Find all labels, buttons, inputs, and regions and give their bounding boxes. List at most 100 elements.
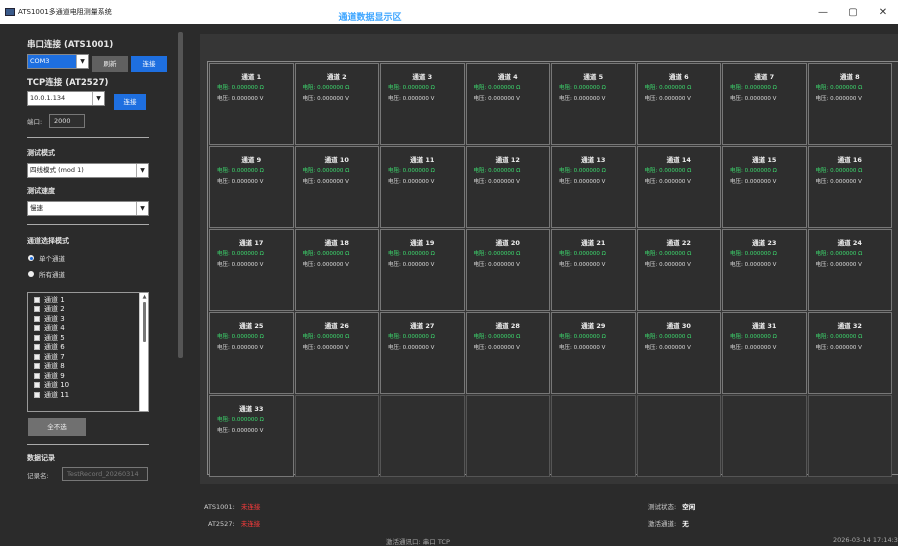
channel-cell: 通道 30 电阻: 0.000000 Ω 电压: 0.000000 V [636,312,721,394]
channel-cell: 通道 9 电阻: 0.000000 Ω 电压: 0.000000 V [209,146,294,228]
list-item[interactable]: 通道 11 [28,390,148,400]
chevron-down-icon: ▼ [76,55,88,68]
channel-grid: 通道 1 电阻: 0.000000 Ω 电压: 0.000000 V 通道 2 电阻: … [207,61,898,477]
checkbox-icon[interactable] [34,325,40,332]
scroll-up-icon[interactable]: ▲ [140,293,148,301]
list-item[interactable]: 通道 8 [28,362,148,372]
channel-name: 通道 14 [666,156,691,164]
channel-resistance: 电阻: 0.000000 Ω [217,85,264,91]
channel-voltage: 电压: 0.000000 V [388,262,435,268]
radio-single-channel[interactable]: 单个通道 [28,253,65,263]
test-state-value: 空闲 [682,503,696,511]
scroll-thumb[interactable] [143,302,146,342]
channel-cell: 通道 6 电阻: 0.000000 Ω 电压: 0.000000 V [636,63,721,145]
channel-cell: 通道 2 电阻: 0.000000 Ω 电压: 0.000000 V [294,63,379,145]
list-item[interactable]: 通道 4 [28,324,148,334]
checkbox-icon[interactable] [34,306,40,313]
chevron-down-icon: ▼ [92,92,104,105]
tcp-ip-select[interactable]: 10.0.1.134 ▼ [27,91,105,106]
channel-resistance: 电阻: 0.000000 Ω [730,85,777,91]
list-item-label: 通道 6 [44,343,65,352]
test-mode-value: 四线模式 (mod 1) [30,166,84,174]
list-item[interactable]: 通道 2 [28,305,148,315]
channel-voltage: 电压: 0.000000 V [388,96,435,102]
channel-voltage: 电压: 0.000000 V [730,179,777,185]
close-icon[interactable]: ✕ [868,0,898,24]
channel-cell: 通道 11 电阻: 0.000000 Ω 电压: 0.000000 V [380,146,465,228]
channel-resistance: 电阻: 0.000000 Ω [302,334,350,340]
list-item-label: 通道 4 [44,324,65,333]
at-status-value: 未连接 [240,520,261,528]
channel-name: 通道 7 [754,73,775,81]
serial-port-select[interactable]: COM3 ▼ [27,54,89,69]
test-speed-select[interactable]: 慢速 ▼ [27,201,149,216]
list-item[interactable]: 通道 3 [28,314,148,324]
empty-cell [807,395,892,477]
record-name-input[interactable]: TestRecord_20260314 [62,467,148,481]
checkbox-icon[interactable] [34,296,40,303]
checkbox-icon[interactable] [34,353,40,360]
channel-resistance: 电阻: 0.000000 Ω [559,85,606,91]
list-item-label: 通道 11 [44,390,70,399]
channel-name: 通道 33 [239,405,264,413]
checkbox-icon[interactable] [34,334,40,341]
channel-voltage: 电压: 0.000000 V [644,179,691,185]
channel-voltage: 电压: 0.000000 V [730,96,777,102]
list-item-label: 通道 5 [44,333,65,342]
display-title: 通道数据显示区 [338,13,402,23]
channel-voltage: 电压: 0.000000 V [559,96,606,102]
channel-voltage: 电压: 0.000000 V [559,262,606,268]
empty-cell [380,395,465,477]
channel-name: 通道 13 [581,156,606,164]
chevron-down-icon: ▼ [136,164,148,177]
checkbox-icon[interactable] [34,391,40,398]
radio-unselected-icon [28,271,34,277]
checkbox-icon[interactable] [34,315,40,322]
tcp-port-input[interactable]: 2000 [49,114,85,128]
channel-voltage: 电压: 0.000000 V [217,179,264,185]
record-name-label: 记录名: [27,472,49,480]
channel-voltage: 电压: 0.000000 V [473,179,520,185]
list-item[interactable]: 通道 1 [28,295,148,305]
channel-voltage: 电压: 0.000000 V [217,262,264,268]
listbox-scrollbar[interactable]: ▲ [139,293,148,411]
channel-resistance: 电阻: 0.000000 Ω [559,251,606,257]
tcp-connect-button[interactable]: 连接 [114,94,146,110]
channel-resistance: 电阻: 0.000000 Ω [388,168,435,174]
list-item[interactable]: 通道 6 [28,343,148,353]
serial-port-value: COM3 [30,57,50,65]
channel-resistance: 电阻: 0.000000 Ω [302,85,350,91]
radio-all-channels[interactable]: 所有通道 [28,269,65,279]
channel-resistance: 电阻: 0.000000 Ω [815,334,863,340]
control-panel-scrollbar[interactable] [178,32,183,358]
list-item[interactable]: 通道 5 [28,333,148,343]
serial-connect-button[interactable]: 连接 [131,56,167,72]
deselect-all-button[interactable]: 全不选 [28,418,86,436]
ats-status-label: ATS1001: [204,503,235,511]
channel-resistance: 电阻: 0.000000 Ω [559,334,606,340]
channel-cell: 通道 12 电阻: 0.000000 Ω 电压: 0.000000 V [465,146,550,228]
list-item[interactable]: 通道 9 [28,371,148,381]
checkbox-icon[interactable] [34,372,40,379]
list-item[interactable]: 通道 10 [28,381,148,391]
channel-resistance: 电阻: 0.000000 Ω [559,168,606,174]
checkbox-icon[interactable] [34,382,40,389]
checkbox-icon[interactable] [34,344,40,351]
channel-name: 通道 1 [241,73,262,81]
maximize-icon[interactable]: ▢ [838,0,868,24]
channel-voltage: 电压: 0.000000 V [302,345,349,351]
refresh-button[interactable]: 刷新 [92,56,128,72]
channel-voltage: 电压: 0.000000 V [815,345,862,351]
channel-listbox[interactable]: 通道 1 通道 2 通道 3 通道 4 通道 5 通道 6 通道 7 通道 8 … [27,292,149,412]
channel-resistance: 电阻: 0.000000 Ω [473,85,521,91]
divider [27,444,149,445]
list-item[interactable]: 通道 7 [28,352,148,362]
minimize-icon[interactable]: — [808,0,838,24]
radio-selected-icon [28,255,34,261]
channel-voltage: 电压: 0.000000 V [559,179,606,185]
checkbox-icon[interactable] [34,363,40,370]
channel-voltage: 电压: 0.000000 V [473,345,520,351]
channel-cell: 通道 1 电阻: 0.000000 Ω 电压: 0.000000 V [209,63,294,145]
channel-name: 通道 4 [497,73,518,81]
test-mode-select[interactable]: 四线模式 (mod 1) ▼ [27,163,149,178]
